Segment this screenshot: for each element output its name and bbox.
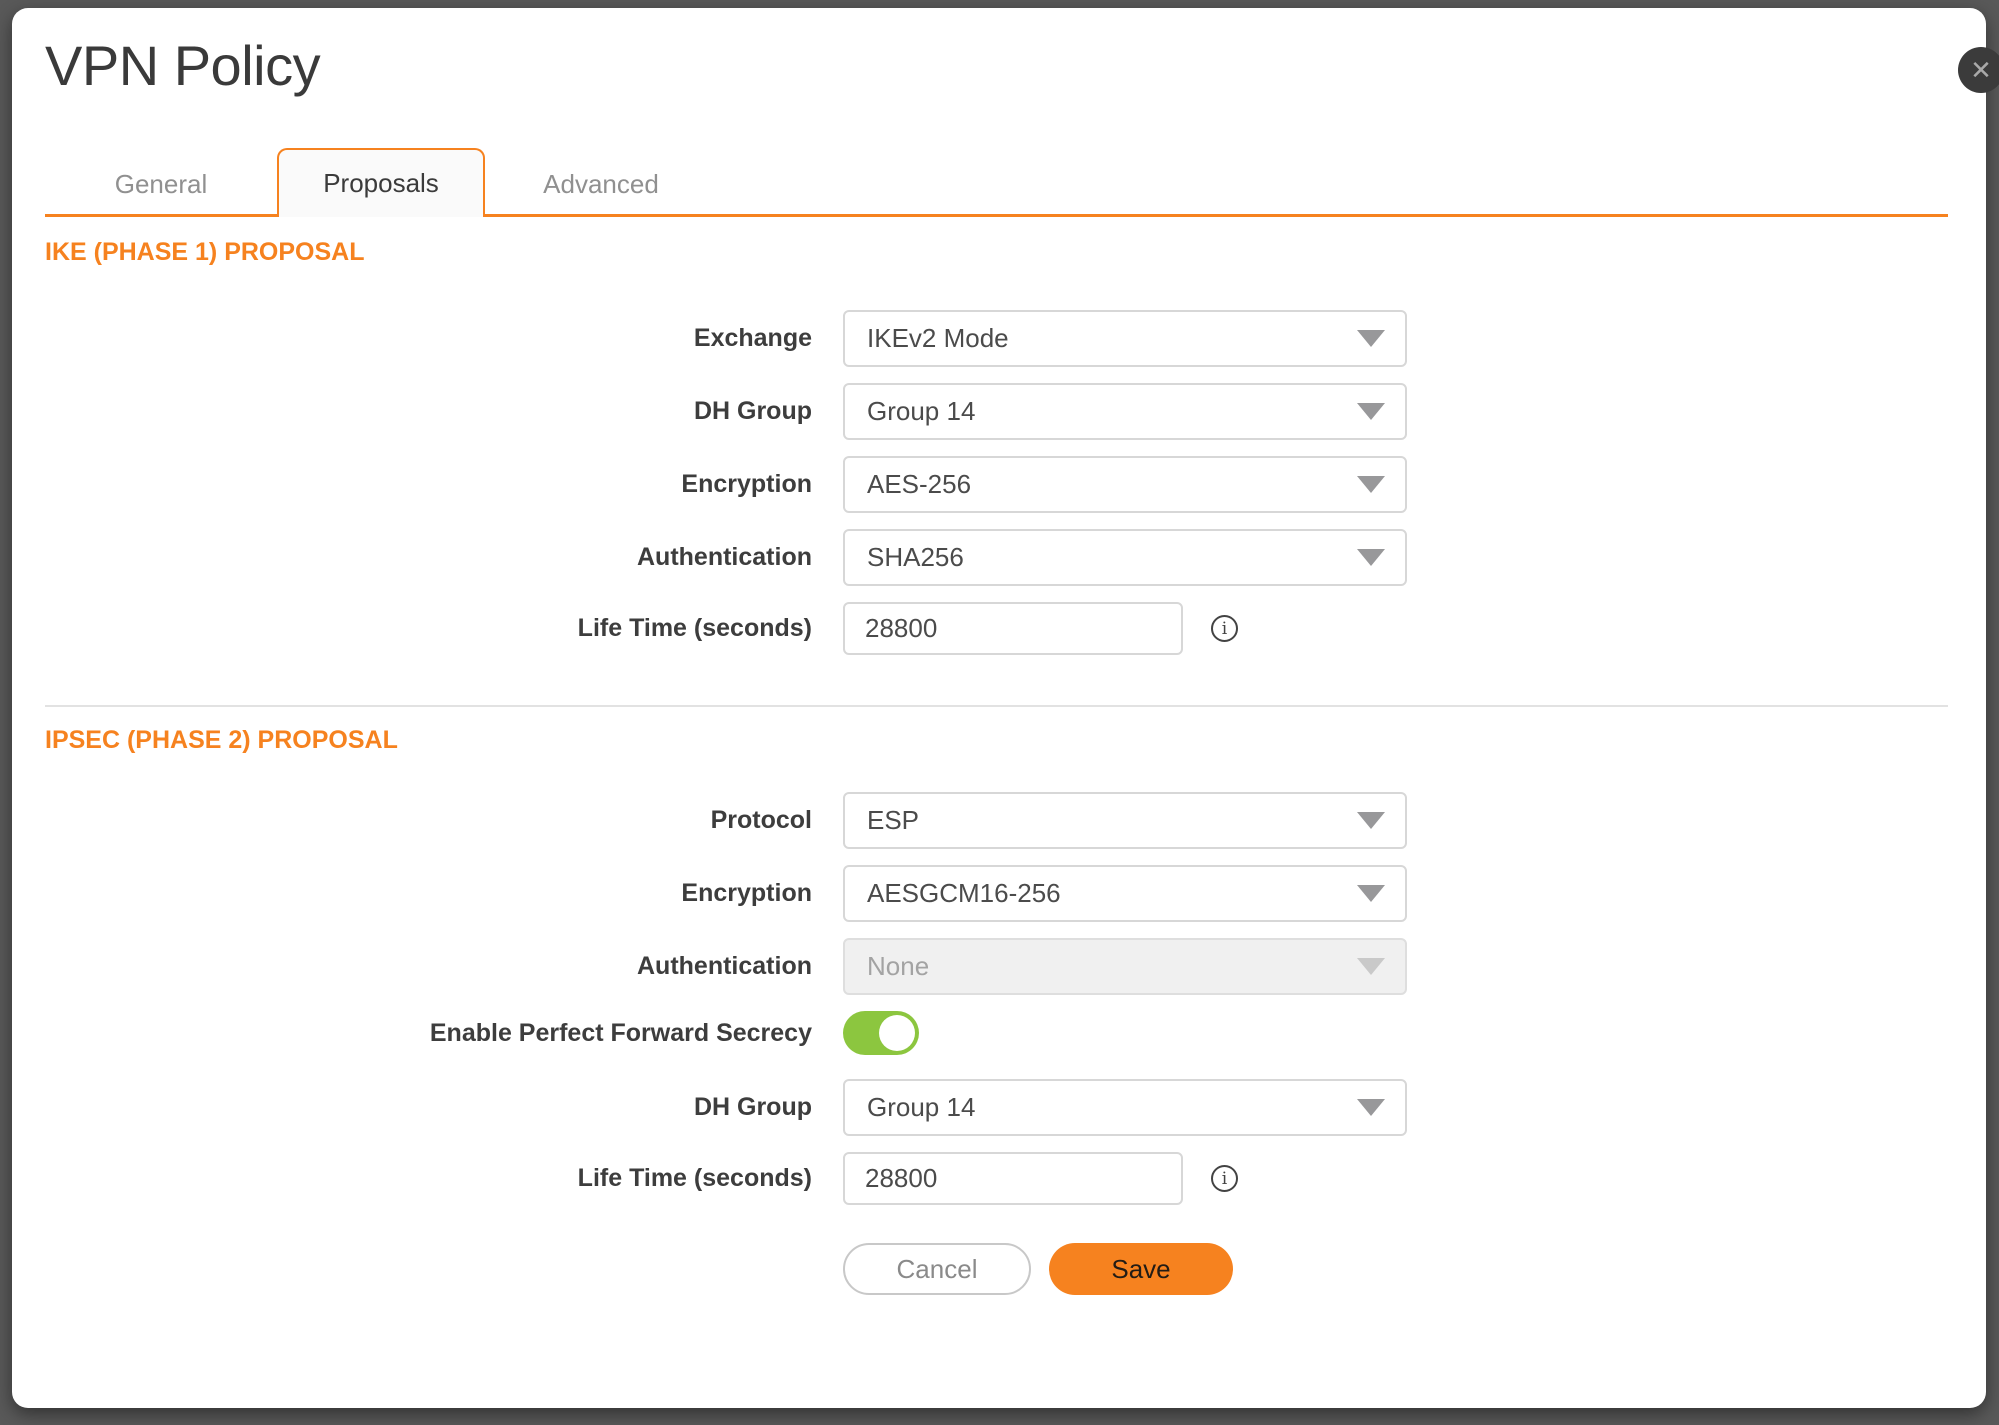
ike-phase1-heading: IKE (PHASE 1) PROPOSAL <box>45 237 1948 268</box>
encryption-dropdown[interactable]: AES-256 <box>843 456 1407 513</box>
life-time-row: Life Time (seconds) i <box>45 602 1948 655</box>
exchange-label: Exchange <box>45 324 812 353</box>
encryption-value: AES-256 <box>867 469 971 500</box>
life-time-input[interactable] <box>843 602 1183 655</box>
pfs-toggle-on[interactable] <box>843 1011 919 1055</box>
encryption2-value: AESGCM16-256 <box>867 878 1061 909</box>
close-icon[interactable]: ✕ <box>1958 47 1999 93</box>
chevron-down-icon <box>1357 403 1385 420</box>
chevron-down-icon <box>1357 958 1385 975</box>
info-icon[interactable]: i <box>1211 1165 1238 1192</box>
toggle-knob <box>879 1015 915 1051</box>
dh-group2-dropdown[interactable]: Group 14 <box>843 1079 1407 1136</box>
authentication2-dropdown-disabled: None <box>843 938 1407 995</box>
dh-group-value: Group 14 <box>867 396 975 427</box>
dh-group2-value: Group 14 <box>867 1092 975 1123</box>
encryption2-label: Encryption <box>45 879 812 908</box>
cancel-button[interactable]: Cancel <box>843 1243 1031 1295</box>
encryption-label: Encryption <box>45 470 812 499</box>
exchange-value: IKEv2 Mode <box>867 323 1009 354</box>
chevron-down-icon <box>1357 549 1385 566</box>
pfs-label: Enable Perfect Forward Secrecy <box>45 1019 812 1048</box>
encryption2-row: Encryption AESGCM16-256 <box>45 865 1948 922</box>
authentication2-label: Authentication <box>45 952 812 981</box>
dh-group2-label: DH Group <box>45 1093 812 1122</box>
life-time-label: Life Time (seconds) <box>45 614 812 643</box>
authentication-dropdown[interactable]: SHA256 <box>843 529 1407 586</box>
info-icon[interactable]: i <box>1211 615 1238 642</box>
tab-bar: General Proposals Advanced <box>45 148 1948 217</box>
life-time2-row: Life Time (seconds) i <box>45 1152 1948 1205</box>
ipsec-phase2-heading: IPSEC (PHASE 2) PROPOSAL <box>45 725 1948 756</box>
authentication-value: SHA256 <box>867 542 964 573</box>
encryption2-dropdown[interactable]: AESGCM16-256 <box>843 865 1407 922</box>
authentication2-value: None <box>867 951 929 982</box>
life-time2-input[interactable] <box>843 1152 1183 1205</box>
authentication2-row: Authentication None <box>45 938 1948 995</box>
chevron-down-icon <box>1357 812 1385 829</box>
authentication-row: Authentication SHA256 <box>45 529 1948 586</box>
dh-group-label: DH Group <box>45 397 812 426</box>
chevron-down-icon <box>1357 476 1385 493</box>
save-button[interactable]: Save <box>1049 1243 1233 1295</box>
chevron-down-icon <box>1357 885 1385 902</box>
page-title: VPN Policy <box>45 8 1948 98</box>
dh-group-dropdown[interactable]: Group 14 <box>843 383 1407 440</box>
tab-advanced[interactable]: Advanced <box>497 151 705 217</box>
dialog-footer: Cancel Save <box>843 1243 1948 1295</box>
protocol-row: Protocol ESP <box>45 792 1948 849</box>
protocol-label: Protocol <box>45 806 812 835</box>
protocol-dropdown[interactable]: ESP <box>843 792 1407 849</box>
tab-proposals[interactable]: Proposals <box>277 148 485 217</box>
tab-general[interactable]: General <box>57 151 265 217</box>
exchange-row: Exchange IKEv2 Mode <box>45 310 1948 367</box>
pfs-row: Enable Perfect Forward Secrecy <box>45 1011 1948 1055</box>
exchange-dropdown[interactable]: IKEv2 Mode <box>843 310 1407 367</box>
protocol-value: ESP <box>867 805 919 836</box>
section-divider <box>45 705 1948 707</box>
dh-group2-row: DH Group Group 14 <box>45 1079 1948 1136</box>
encryption-row: Encryption AES-256 <box>45 456 1948 513</box>
chevron-down-icon <box>1357 330 1385 347</box>
life-time2-label: Life Time (seconds) <box>45 1164 812 1193</box>
vpn-policy-dialog: VPN Policy General Proposals Advanced IK… <box>12 8 1986 1408</box>
dh-group-row: DH Group Group 14 <box>45 383 1948 440</box>
authentication-label: Authentication <box>45 543 812 572</box>
chevron-down-icon <box>1357 1099 1385 1116</box>
